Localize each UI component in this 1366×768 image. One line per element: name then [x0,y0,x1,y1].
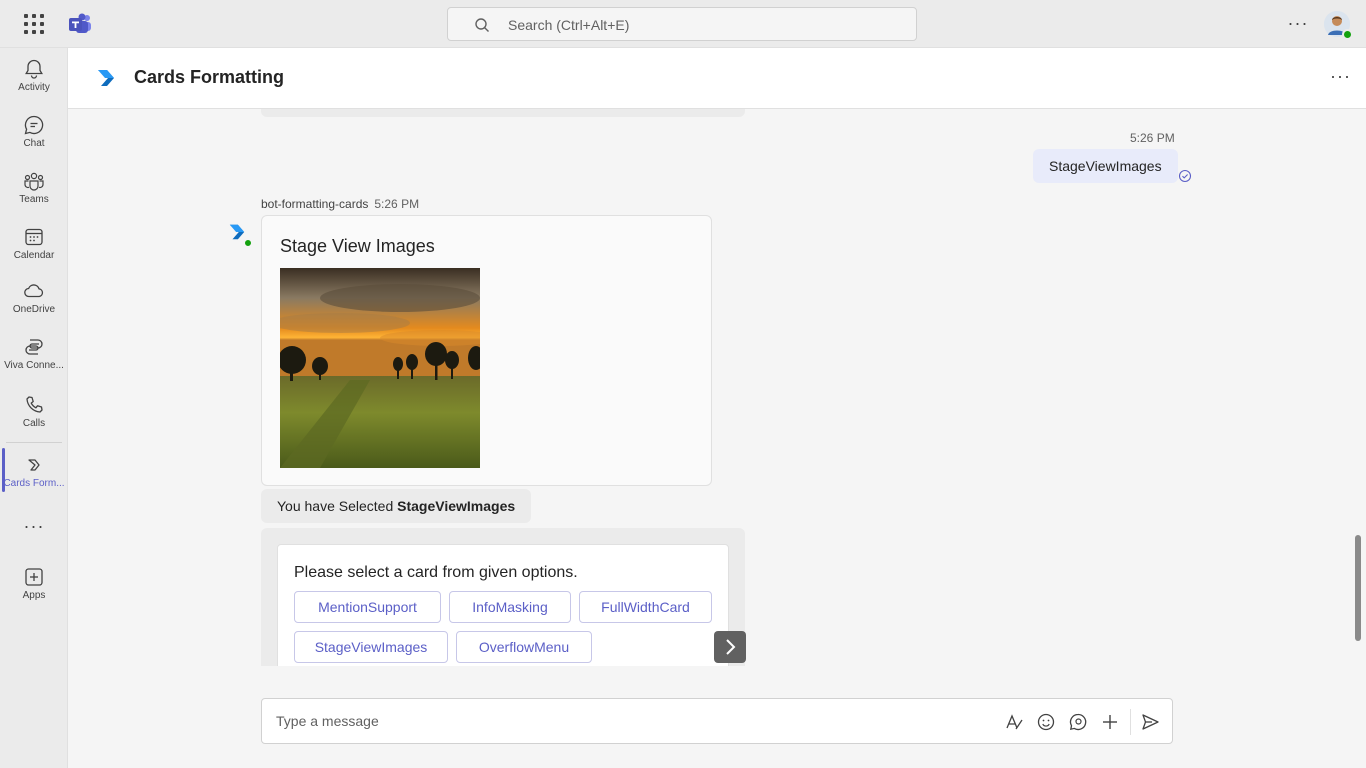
viva-connections-icon [25,339,43,355]
message-composer[interactable]: Type a message [261,698,1173,744]
option-button-overflow-menu[interactable]: OverflowMenu [456,631,592,663]
loop-component-icon[interactable] [1068,712,1088,732]
send-icon[interactable] [1140,712,1160,732]
sent-check-icon [1178,169,1192,183]
format-icon[interactable] [1004,712,1024,732]
bot-name: bot-formatting-cards [261,197,369,211]
rail-label: Apps [22,590,46,601]
top-bar: Search (Ctrl+Alt+E) ··· [0,0,1366,48]
bot-message-header: bot-formatting-cards 5:26 PM [261,197,419,211]
search-box[interactable]: Search (Ctrl+Alt+E) [447,7,917,41]
header-more-icon[interactable]: ··· [1330,66,1351,87]
main-area: Cards Formatting ··· 5:26 PM StageViewIm… [68,48,1366,768]
rail-item-cards-formatting[interactable]: Cards Form... [0,446,68,498]
add-icon[interactable] [1100,712,1120,732]
composer-divider [1130,709,1131,735]
cards-formatting-app-icon [229,224,245,240]
phone-icon [26,396,43,413]
rail-label: Cards Form... [3,478,65,489]
search-icon [475,18,489,32]
rail-item-onedrive[interactable]: OneDrive [0,272,68,324]
rail-item-teams[interactable]: Teams [0,162,68,214]
more-apps-icon[interactable]: ··· [0,516,68,537]
message-timestamp: 5:26 PM [1130,131,1175,145]
presence-available-icon [243,238,253,248]
rail-label: Calendar [13,250,55,261]
rail-item-chat[interactable]: Chat [0,106,68,158]
calendar-icon [25,228,43,246]
adaptive-card-options: Please select a card from given options.… [277,544,746,666]
rail-item-calls[interactable]: Calls [0,386,68,438]
presence-available-icon [1342,29,1353,40]
user-avatar[interactable] [1324,11,1353,40]
chat-icon [24,115,44,135]
emoji-icon[interactable] [1036,712,1056,732]
app-launcher-icon[interactable] [22,12,46,36]
cards-formatting-app-icon [98,70,114,86]
selection-prefix: You have Selected [277,498,398,514]
app-rail: Activity Chat Teams Calendar OneDrive Vi… [0,48,68,768]
cards-formatting-app-icon [28,459,40,471]
message-timestamp: 5:26 PM [374,197,420,211]
bot-avatar[interactable] [228,223,253,248]
rail-label: Calls [22,418,46,429]
bell-icon [25,59,43,79]
search-placeholder: Search (Ctrl+Alt+E) [508,17,630,33]
rail-label: Chat [23,138,45,149]
stage-view-image[interactable] [280,268,480,468]
selection-value: StageViewImages [397,498,516,514]
chat-header: Cards Formatting ··· [68,48,1366,109]
previous-message [261,109,745,117]
rail-item-activity[interactable]: Activity [0,50,68,102]
rail-item-apps[interactable]: Apps [0,558,68,610]
sunset-landscape-image [280,268,480,468]
add-app-icon [25,568,43,586]
card-title: Stage View Images [280,236,435,256]
rail-divider [6,442,62,443]
compose-input[interactable]: Type a message [276,713,379,729]
rail-item-viva-connections[interactable]: Viva Conne... [0,328,68,380]
adaptive-card-stage-view: Stage View Images [261,215,712,486]
rail-item-calendar[interactable]: Calendar [0,218,68,270]
my-message-bubble[interactable]: StageViewImages [1033,149,1178,183]
option-button-stage-view-images[interactable]: StageViewImages [294,631,448,663]
option-button-mention-support[interactable]: MentionSupport [294,591,441,623]
teams-icon [24,172,44,191]
teams-logo-icon[interactable] [68,13,92,35]
rail-label: Activity [18,82,50,93]
page-title: Cards Formatting [134,67,285,87]
options-message-container: Please select a card from given options.… [261,528,746,666]
chevron-right-icon [726,639,736,655]
card-title: Please select a card from given options. [294,564,578,581]
rail-label: OneDrive [12,304,56,315]
rail-label: Teams [19,194,49,205]
chat-scrollbar[interactable] [1355,535,1361,641]
option-button-info-masking[interactable]: InfoMasking [449,591,571,623]
rail-label: Viva Conne... [4,360,64,371]
selection-message-bubble[interactable]: You have Selected StageViewImages [261,489,532,523]
more-options-icon[interactable]: ··· [1286,12,1310,36]
message-list[interactable]: 5:26 PM StageViewImages bot-formatting-c… [68,109,1366,666]
carousel-next-button[interactable] [714,631,746,663]
option-button-full-width-card[interactable]: FullWidthCard [579,591,712,623]
cloud-icon [24,284,44,298]
